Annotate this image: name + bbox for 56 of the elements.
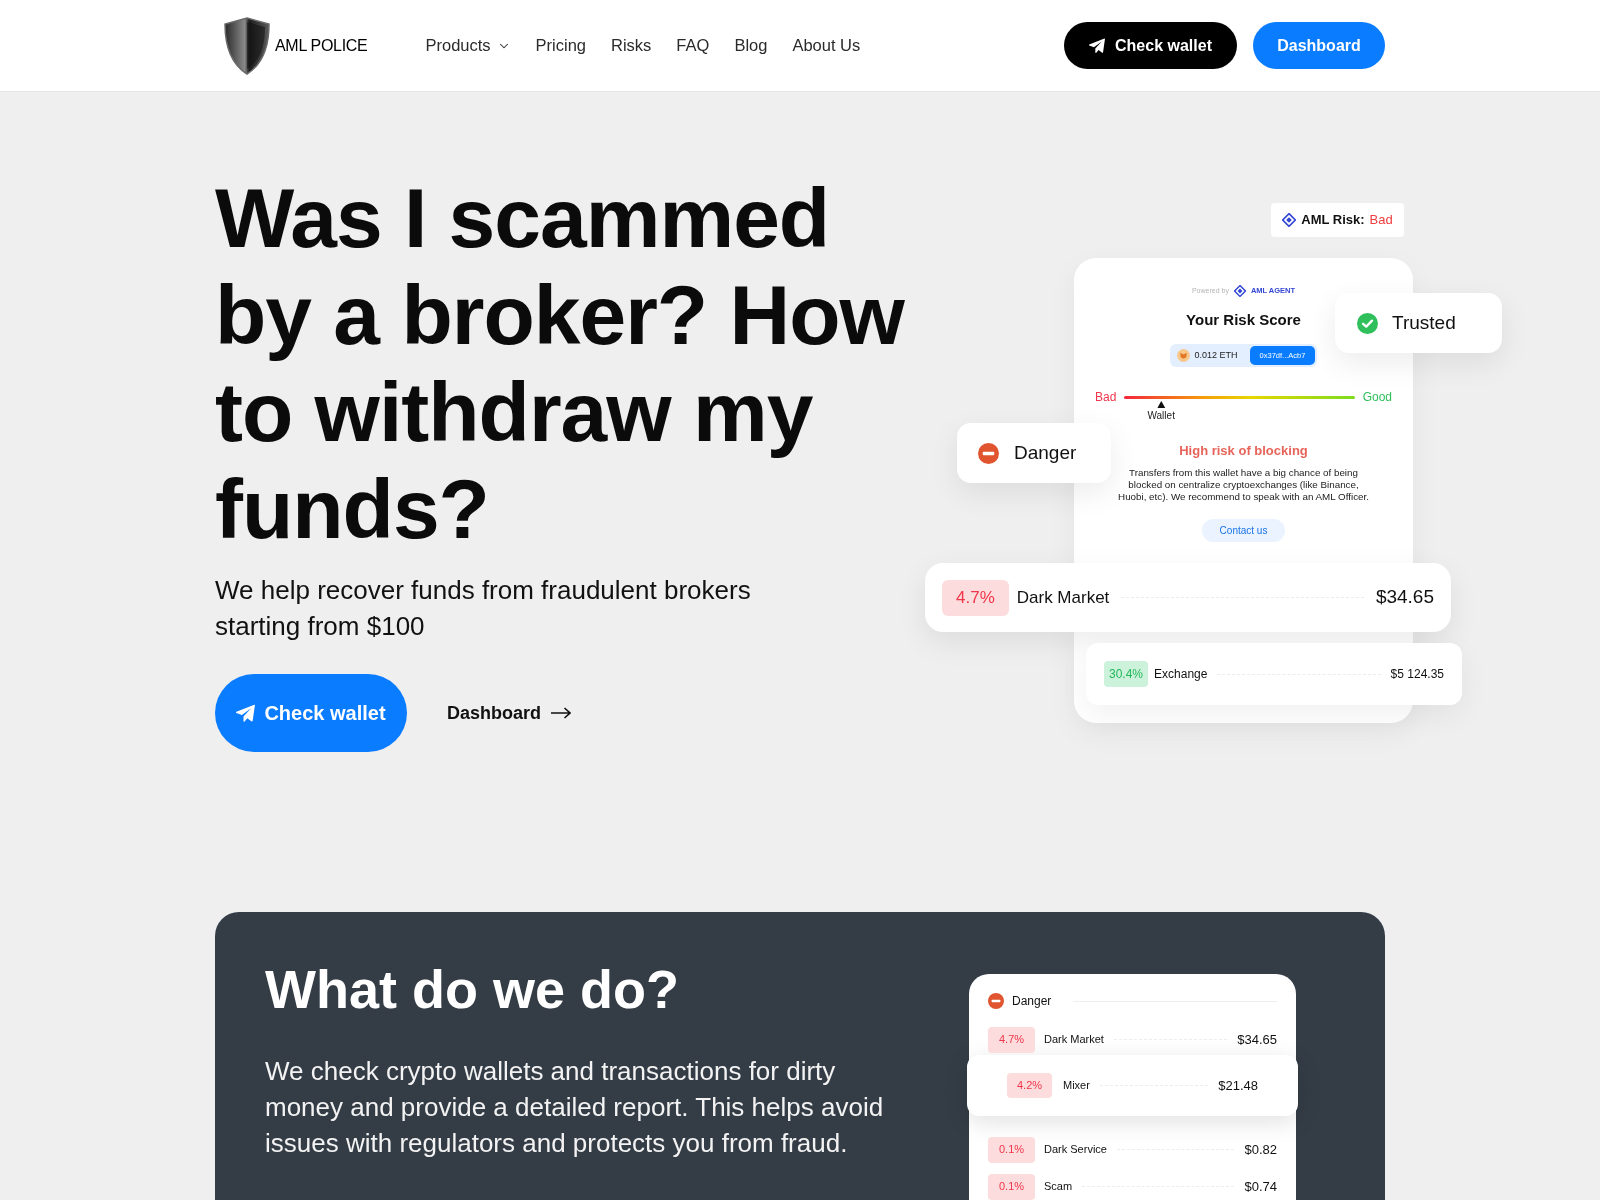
contact-us-button[interactable]: Contact us — [1201, 519, 1286, 542]
nav-link[interactable]: Pricing — [535, 33, 586, 58]
risk-description: Transfers from this wallet have a big chance of being blocked on centralize cryptoexchanges (like Binance, Huobi, etc). We recommend to speak with an AML Officer. — [1117, 467, 1370, 503]
features-title: What do we do? — [265, 958, 680, 1021]
logo-text: AML POLICE — [275, 35, 368, 56]
percent-badge: 30.4% — [1104, 661, 1149, 687]
row-amount: $0.74 — [1244, 1177, 1277, 1196]
no-entry-icon — [988, 993, 1004, 1009]
percent-badge: 4.7% — [988, 1026, 1035, 1053]
transaction-label: Exchange — [1154, 666, 1208, 683]
row-label: Scam — [1044, 1179, 1073, 1195]
row-amount: $21.48 — [1218, 1076, 1258, 1095]
arrow-right-icon — [551, 707, 572, 719]
dashboard-link[interactable]: Dashboard — [447, 699, 572, 727]
status-label: Trusted — [1392, 310, 1456, 335]
risk-label: AML Risk: — [1301, 211, 1365, 230]
shield-logo-icon — [223, 16, 271, 75]
wallet-amount: 0.012 ETH — [1194, 348, 1238, 362]
row-label: Mixer — [1063, 1078, 1090, 1094]
check-circle-icon — [1357, 312, 1378, 334]
percent-badge: 0.1% — [988, 1173, 1035, 1200]
hero-title: Was I scammed by a broker? How to withdraw my funds? — [215, 170, 906, 558]
diamond-logo-icon — [1233, 285, 1246, 297]
no-entry-icon — [978, 442, 999, 464]
check-wallet-button[interactable]: Check wallet — [215, 674, 407, 752]
nav-link[interactable]: Blog — [734, 33, 768, 58]
hero-subtitle: We help recover funds from fraudulent brokers starting from $100 — [215, 574, 752, 643]
percent-badge: 4.2% — [1007, 1073, 1052, 1098]
gauge-high-label: Good — [1362, 389, 1392, 406]
row-amount: $34.65 — [1237, 1030, 1277, 1049]
features-text: We check crypto wallets and transactions for dirty money and provide a detailed report. This helps avoid issues with regulators and protects you from fraud. — [265, 1055, 885, 1160]
paper-plane-icon — [1089, 37, 1106, 54]
row-label: Dark Market — [1044, 1032, 1104, 1048]
nav-link[interactable]: FAQ — [676, 33, 710, 58]
row-amount: $0.82 — [1244, 1140, 1277, 1159]
transaction-amount: $5 124.35 — [1390, 666, 1444, 683]
gauge-low-label: Bad — [1095, 389, 1117, 406]
risk-value: Bad — [1369, 211, 1393, 230]
gauge-marker-label: Wallet — [1147, 409, 1175, 422]
avatar-icon — [1176, 349, 1190, 362]
risk-score-title: Your Risk Score — [1186, 311, 1301, 329]
paper-plane-icon — [236, 703, 256, 723]
dashboard-button[interactable]: Dashboard — [1253, 22, 1385, 69]
status-label: Danger — [1014, 440, 1077, 465]
risk-heading: High risk of blocking — [1179, 443, 1308, 459]
row-label: Dark Service — [1044, 1142, 1107, 1158]
transaction-label: Dark Market — [1016, 586, 1110, 609]
status-label: Danger — [1012, 993, 1052, 1010]
nav-link[interactable]: Risks — [611, 33, 652, 58]
nav-link[interactable]: Products — [425, 33, 511, 58]
transaction-amount: $34.65 — [1375, 585, 1434, 610]
diamond-logo-icon — [1282, 213, 1297, 227]
percent-badge: 4.7% — [942, 579, 1009, 616]
check-wallet-button[interactable]: Check wallet — [1064, 22, 1237, 69]
percent-badge: 0.1% — [988, 1136, 1035, 1163]
nav-link[interactable]: About Us — [792, 33, 861, 58]
